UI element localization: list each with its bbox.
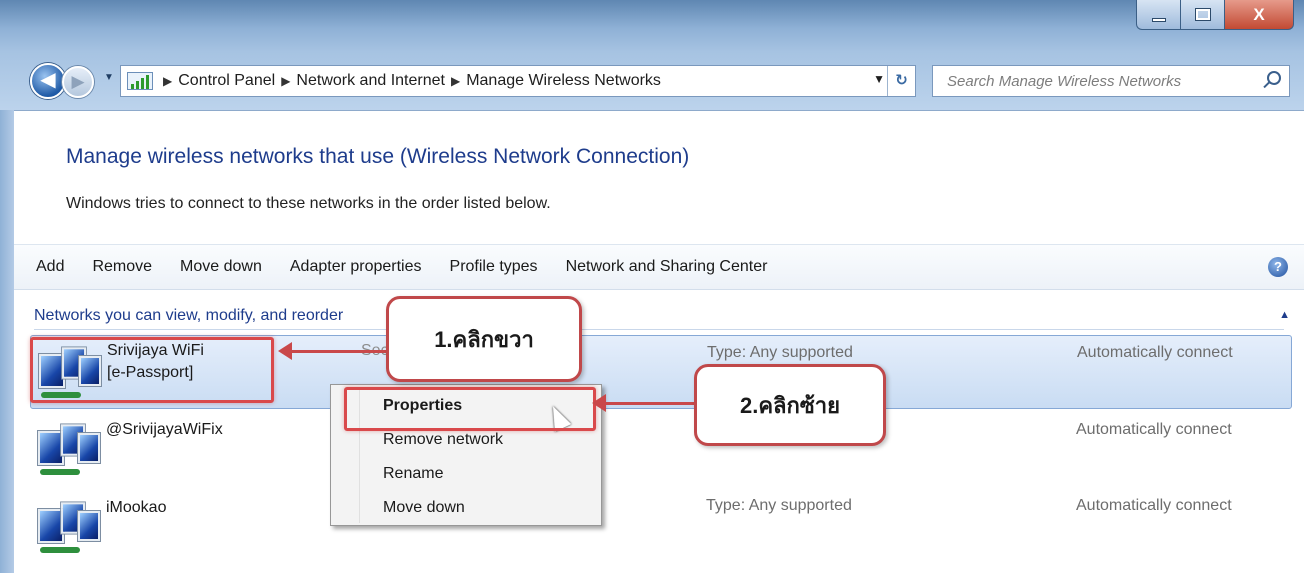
- annotation-step1: 1.คลิกขวา: [386, 296, 582, 382]
- highlight-network-name: [30, 337, 274, 403]
- breadcrumb-manage-wireless-networks[interactable]: Manage Wireless Networks: [466, 72, 661, 90]
- window-left-frame: [0, 110, 14, 573]
- network-signal-icon: [127, 72, 153, 90]
- breadcrumb-separator-icon[interactable]: ▶: [451, 74, 460, 88]
- network-type: Type: Any supported: [706, 497, 852, 514]
- remove-button[interactable]: Remove: [92, 258, 152, 276]
- menu-item-move-down[interactable]: Move down: [383, 499, 465, 517]
- address-dropdown-icon[interactable]: ▼: [873, 72, 885, 86]
- maximize-button[interactable]: [1180, 0, 1224, 30]
- recent-pages-dropdown[interactable]: ▼: [104, 72, 114, 83]
- move-down-button[interactable]: Move down: [180, 258, 262, 276]
- collapse-group-icon[interactable]: ▲: [1279, 309, 1290, 321]
- window-controls: X: [1136, 0, 1294, 30]
- search-box[interactable]: [932, 65, 1290, 97]
- page-description: Windows tries to connect to these networ…: [66, 195, 551, 212]
- network-mode: Automatically connect: [1076, 497, 1232, 514]
- breadcrumb-separator-icon[interactable]: ▶: [281, 74, 290, 88]
- menu-item-remove-network[interactable]: Remove network: [383, 431, 503, 449]
- annotation-arrow-1: [278, 342, 386, 360]
- network-name: iMookao: [106, 499, 167, 516]
- maximize-icon: [1194, 8, 1211, 21]
- profile-types-button[interactable]: Profile types: [450, 258, 538, 276]
- network-group-header: Networks you can view, modify, and reord…: [34, 307, 344, 324]
- breadcrumb-network-and-internet[interactable]: Network and Internet: [296, 72, 445, 90]
- annotation-step2: 2.คลิกซ้าย: [694, 364, 886, 446]
- network-type: Type: Any supported: [707, 344, 853, 361]
- add-button[interactable]: Add: [36, 258, 64, 276]
- refresh-icon[interactable]: ↻: [887, 66, 915, 96]
- minimize-icon: [1151, 17, 1166, 22]
- network-row-imookao[interactable]: iMookao Type: Any supported Automaticall…: [30, 491, 1292, 565]
- address-bar[interactable]: ▶ Control Panel ▶ Network and Internet ▶…: [120, 65, 916, 97]
- page-title: Manage wireless networks that use (Wirel…: [66, 145, 690, 168]
- search-input[interactable]: [933, 66, 1253, 96]
- breadcrumb: ▶ Control Panel ▶ Network and Internet ▶…: [121, 72, 661, 90]
- search-icon[interactable]: [1267, 71, 1281, 85]
- breadcrumb-separator-icon[interactable]: ▶: [163, 74, 172, 88]
- menu-item-rename[interactable]: Rename: [383, 465, 443, 483]
- wireless-network-icon: [36, 499, 104, 557]
- group-divider: [34, 329, 1284, 330]
- back-arrow-icon: ◀: [40, 69, 56, 91]
- minimize-button[interactable]: [1136, 0, 1180, 30]
- back-button[interactable]: ◀: [30, 63, 66, 99]
- network-sharing-center-button[interactable]: Network and Sharing Center: [566, 258, 768, 276]
- network-mode: Automatically connect: [1076, 421, 1232, 438]
- close-button[interactable]: X: [1224, 0, 1294, 30]
- help-icon[interactable]: ?: [1268, 257, 1288, 277]
- network-name: @SrivijayaWiFix: [106, 421, 223, 438]
- network-row-srivijayawifix[interactable]: @SrivijayaWiFix Automatically connect: [30, 413, 1292, 487]
- highlight-properties-item: [344, 387, 596, 431]
- navigation-bar: ◀ ▶ ▼ ▶ Control Panel ▶ Network and Inte…: [0, 52, 1304, 110]
- wireless-network-icon: [36, 421, 104, 479]
- forward-arrow-icon: ▶: [71, 72, 85, 91]
- adapter-properties-button[interactable]: Adapter properties: [290, 258, 422, 276]
- forward-button[interactable]: ▶: [62, 66, 94, 98]
- annotation-arrow-2: [592, 394, 694, 412]
- breadcrumb-control-panel[interactable]: Control Panel: [178, 72, 275, 90]
- close-icon: X: [1253, 4, 1265, 24]
- window-title-bar: X: [0, 0, 1304, 52]
- network-mode: Automatically connect: [1077, 344, 1233, 361]
- command-bar: Add Remove Move down Adapter properties …: [14, 244, 1304, 290]
